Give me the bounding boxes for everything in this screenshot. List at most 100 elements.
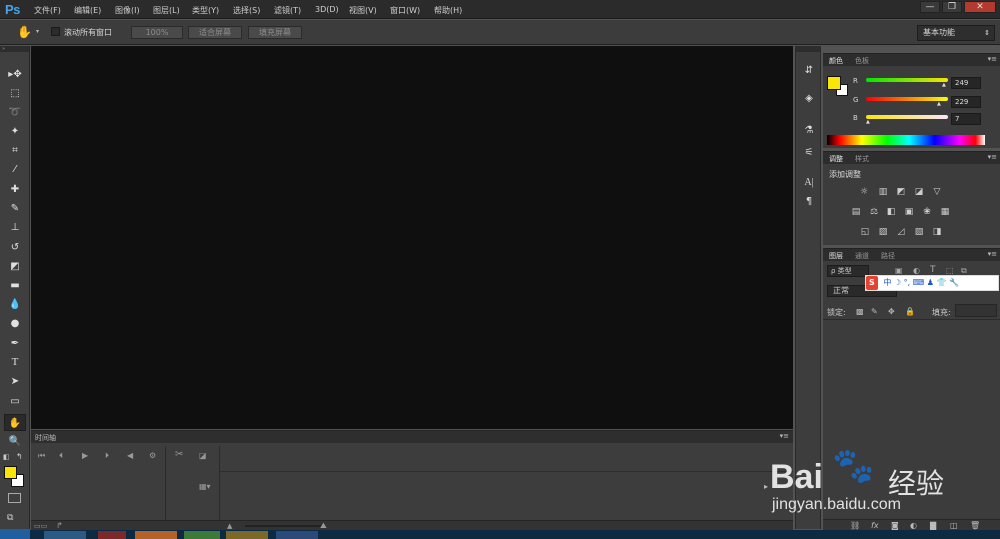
- foreground-color-swatch[interactable]: [4, 466, 17, 479]
- tab-swatches[interactable]: 色板: [855, 56, 869, 66]
- rectangle-tool-icon[interactable]: ▭: [4, 393, 26, 410]
- hand-icon[interactable]: ✋: [17, 25, 32, 39]
- tool-presets-icon[interactable]: ⚟: [801, 146, 817, 160]
- color-balance-icon[interactable]: ⚖: [868, 207, 880, 217]
- brush-tool-icon[interactable]: ✎: [4, 200, 26, 217]
- menu-help[interactable]: 帮助(H): [434, 5, 462, 16]
- skin-icon[interactable]: 👕: [936, 278, 946, 287]
- r-slider[interactable]: [866, 78, 948, 82]
- keyboard-icon[interactable]: ⌨: [913, 278, 925, 287]
- filter-type-icon[interactable]: T: [930, 265, 936, 275]
- gradient-tool-icon[interactable]: ▬: [4, 277, 26, 294]
- color-lookup-icon[interactable]: ▦: [939, 207, 951, 217]
- invert-icon[interactable]: ◱: [859, 227, 871, 237]
- vibrance-icon[interactable]: ▽: [931, 187, 943, 197]
- lasso-tool-icon[interactable]: ➰: [4, 104, 26, 121]
- panel-menu-icon[interactable]: ▾≡: [988, 55, 997, 63]
- prev-frame-icon[interactable]: ⏴: [59, 451, 63, 461]
- menu-3d[interactable]: 3D(D): [315, 5, 339, 14]
- menu-layer[interactable]: 图层(L): [153, 5, 180, 16]
- document-canvas[interactable]: [31, 46, 793, 429]
- restore-button[interactable]: ❐: [942, 1, 962, 13]
- workspace-dropdown[interactable]: 基本功能 ⇕: [917, 25, 995, 41]
- b-value-field[interactable]: 7: [951, 113, 981, 125]
- screen-mode-icon[interactable]: ⧉: [7, 513, 21, 523]
- taskbar-app[interactable]: [276, 531, 318, 539]
- quick-mask-icon[interactable]: [8, 493, 21, 503]
- close-button[interactable]: ✕: [964, 1, 996, 13]
- moon-icon[interactable]: ☽: [894, 278, 901, 287]
- minimize-button[interactable]: —: [920, 1, 940, 13]
- r-slider-thumb[interactable]: ▲: [942, 82, 946, 88]
- lock-move-icon[interactable]: ✥: [888, 307, 895, 316]
- panel-menu-icon[interactable]: ▾≡: [988, 250, 997, 258]
- start-button[interactable]: [0, 530, 30, 539]
- threshold-icon[interactable]: ◿: [895, 227, 907, 237]
- first-frame-icon[interactable]: ⏮: [38, 451, 45, 461]
- film-strip-icon[interactable]: ▦▾: [199, 482, 211, 491]
- photo-filter-icon[interactable]: ▣: [903, 207, 915, 217]
- tab-layers[interactable]: 图层: [829, 251, 843, 261]
- tab-adjustments[interactable]: 调整: [829, 154, 843, 164]
- dodge-tool-icon[interactable]: ●: [4, 315, 26, 332]
- new-layer-icon[interactable]: ◫: [950, 521, 958, 530]
- zoom-tool-icon[interactable]: 🔍: [4, 433, 26, 450]
- panel-menu-icon[interactable]: ▾≡: [780, 432, 789, 440]
- tab-styles[interactable]: 样式: [855, 154, 869, 164]
- person-icon[interactable]: ♟: [927, 278, 934, 287]
- tool-preset-arrow-icon[interactable]: ▾: [36, 28, 39, 35]
- timeline-tab[interactable]: 时间轴: [35, 433, 56, 443]
- taskbar-app[interactable]: [44, 531, 86, 539]
- layer-kind-filter[interactable]: ρ 类型: [827, 265, 869, 277]
- taskbar-app[interactable]: [184, 531, 220, 539]
- pen-tool-icon[interactable]: ✒: [4, 335, 26, 352]
- taskbar-app[interactable]: [135, 531, 177, 539]
- g-value-field[interactable]: 229: [951, 96, 981, 108]
- ime-toolbar[interactable]: S 中 ☽ °, ⌨ ♟ 👕 🔧: [865, 275, 999, 291]
- zoom-100-button[interactable]: 100%: [131, 26, 183, 39]
- lock-transparent-icon[interactable]: ▩: [856, 307, 864, 316]
- fx-icon[interactable]: fx: [871, 521, 879, 530]
- link-layers-icon[interactable]: ⛓: [850, 521, 860, 530]
- menu-window[interactable]: 窗口(W): [390, 5, 420, 16]
- fill-field[interactable]: [955, 304, 997, 317]
- default-colors-icon[interactable]: ◧: [3, 453, 10, 461]
- filter-pixel-icon[interactable]: ▣: [895, 266, 903, 275]
- lock-paint-icon[interactable]: ✎: [871, 307, 878, 316]
- properties-icon[interactable]: ◈: [801, 92, 817, 106]
- fill-screen-button[interactable]: 填充屏幕: [248, 26, 302, 39]
- history-icon[interactable]: ⇵: [801, 64, 817, 78]
- channel-mixer-icon[interactable]: ❀: [921, 207, 933, 217]
- clone-stamp-tool-icon[interactable]: ⊥: [4, 219, 26, 236]
- quick-select-tool-icon[interactable]: ✦: [4, 123, 26, 140]
- tab-paths[interactable]: 路径: [881, 251, 895, 261]
- scroll-all-checkbox[interactable]: [51, 27, 60, 36]
- tab-channels[interactable]: 通道: [855, 251, 869, 261]
- audio-icon[interactable]: ◀: [127, 451, 133, 460]
- color-spectrum-bar[interactable]: [827, 135, 985, 145]
- path-select-tool-icon[interactable]: ➤: [4, 373, 26, 390]
- marquee-tool-icon[interactable]: ⬚: [4, 85, 26, 102]
- render-icon[interactable]: ↱: [56, 521, 63, 530]
- menu-filter[interactable]: 滤镜(T): [274, 5, 301, 16]
- move-tool-icon[interactable]: ▸✥: [4, 66, 26, 83]
- curves-icon[interactable]: ◩: [895, 187, 907, 197]
- settings-gear-icon[interactable]: ⚙: [149, 451, 156, 460]
- menu-select[interactable]: 选择(S): [233, 5, 260, 16]
- fit-screen-button[interactable]: 适合屏幕: [188, 26, 242, 39]
- menu-file[interactable]: 文件(F): [34, 5, 61, 16]
- brightness-icon[interactable]: ☼: [858, 187, 870, 197]
- r-value-field[interactable]: 249: [951, 77, 981, 89]
- tab-color[interactable]: 颜色: [829, 56, 843, 66]
- type-tool-icon[interactable]: T: [4, 354, 26, 371]
- eyedropper-tool-icon[interactable]: ⁄: [4, 161, 26, 178]
- menu-view[interactable]: 视图(V): [349, 5, 377, 16]
- convert-frames-icon[interactable]: ▭▭: [34, 522, 47, 530]
- brush-panel-icon[interactable]: ⚗: [801, 124, 817, 138]
- new-group-icon[interactable]: ▇: [930, 521, 936, 530]
- zoom-slider[interactable]: [245, 525, 323, 527]
- gradient-map-icon[interactable]: ▧: [913, 227, 925, 237]
- transition-icon[interactable]: ◪: [199, 451, 207, 460]
- healing-brush-tool-icon[interactable]: ✚: [4, 181, 26, 198]
- hand-tool-icon[interactable]: ✋: [4, 414, 26, 431]
